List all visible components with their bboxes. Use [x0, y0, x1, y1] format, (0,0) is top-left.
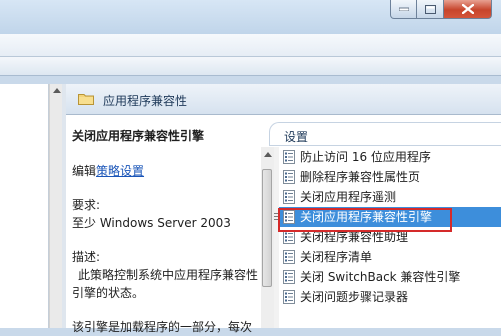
description-text-line: 该引擎是加载程序的一部分，每次 — [72, 320, 253, 334]
settings-item-label: 关闭应用程序遥测 — [300, 190, 397, 204]
settings-column-header[interactable]: 设置 — [269, 122, 501, 146]
scrollbar-thumb[interactable] — [262, 169, 272, 287]
policy-setting-icon — [283, 150, 295, 164]
policy-setting-icon — [283, 170, 295, 184]
navigation-pane — [0, 84, 49, 328]
policy-setting-icon — [283, 250, 295, 264]
settings-item[interactable]: 关闭程序清单 — [279, 247, 501, 267]
settings-item-label: 关闭程序清单 — [300, 250, 373, 264]
settings-column-label: 设置 — [284, 130, 309, 144]
settings-item[interactable]: 关闭应用程序兼容性引擎 — [279, 207, 501, 227]
settings-item-label: 关闭问题步骤记录器 — [300, 290, 409, 304]
toolbar — [0, 57, 501, 76]
description-text-line: 此策略控制系统中应用程序兼容性 — [78, 268, 259, 282]
policy-setting-icon — [283, 230, 295, 244]
navigation-scrollbar[interactable] — [49, 84, 63, 328]
maximize-button[interactable] — [417, 0, 444, 19]
requirements-label: 要求: — [72, 198, 101, 212]
minimize-icon — [398, 7, 409, 11]
folder-title: 应用程序兼容性 — [103, 94, 188, 108]
settings-item-label: 防止访问 16 位应用程序 — [300, 150, 431, 164]
folder-header: 应用程序兼容性 — [66, 84, 501, 115]
main-pane: 应用程序兼容性 关闭应用程序兼容性引擎 编辑策略设置 要求: 至少 Window… — [66, 84, 501, 334]
policy-setting-icon — [283, 290, 295, 304]
settings-item-label: 删除程序兼容性属性页 — [300, 170, 421, 184]
close-button[interactable] — [444, 0, 492, 19]
edit-policy-line: 编辑策略设置 — [72, 162, 262, 180]
title-bar — [0, 0, 501, 34]
settings-item-label: 关闭 SwitchBack 兼容性引擎 — [300, 270, 461, 284]
settings-item-label: 关闭应用程序兼容性引擎 — [300, 210, 433, 224]
settings-item[interactable]: 关闭应用程序遥测 — [279, 187, 501, 207]
scroll-up-arrow-icon[interactable] — [53, 88, 61, 93]
settings-item[interactable]: 关闭程序兼容性助理 — [279, 227, 501, 247]
settings-item[interactable]: 删除程序兼容性属性页 — [279, 167, 501, 187]
edit-policy-link[interactable]: 策略设置 — [96, 164, 144, 178]
edit-prefix: 编辑 — [72, 164, 97, 178]
policy-setting-icon — [283, 210, 295, 224]
minimize-button[interactable] — [390, 0, 417, 19]
requirements-value: 至少 Windows Server 2003 — [72, 216, 231, 230]
maximize-icon — [424, 4, 436, 14]
menu-bar — [0, 34, 501, 57]
settings-item[interactable]: 关闭问题步骤记录器 — [279, 287, 501, 307]
scroll-up-arrow-icon[interactable] — [264, 152, 272, 157]
settings-item[interactable]: 关闭 SwitchBack 兼容性引擎 — [279, 267, 501, 287]
description-panel: 关闭应用程序兼容性引擎 编辑策略设置 要求: 至少 Windows Server… — [72, 127, 262, 336]
policy-setting-icon — [283, 190, 295, 204]
close-icon — [461, 4, 474, 14]
policy-setting-icon — [283, 270, 295, 284]
settings-list: 防止访问 16 位应用程序 删除程序兼容性属性页 关闭应用程序遥测关闭应用程序兼容性… — [279, 147, 501, 307]
description-scrollbar[interactable] — [261, 147, 274, 328]
description-text-line: 引擎的状态。 — [72, 286, 145, 300]
description-label: 描述: — [72, 250, 101, 264]
folder-icon — [78, 94, 94, 105]
settings-item[interactable]: 防止访问 16 位应用程序 — [279, 147, 501, 167]
policy-title: 关闭应用程序兼容性引擎 — [72, 129, 205, 143]
settings-item-label: 关闭程序兼容性助理 — [300, 230, 409, 244]
